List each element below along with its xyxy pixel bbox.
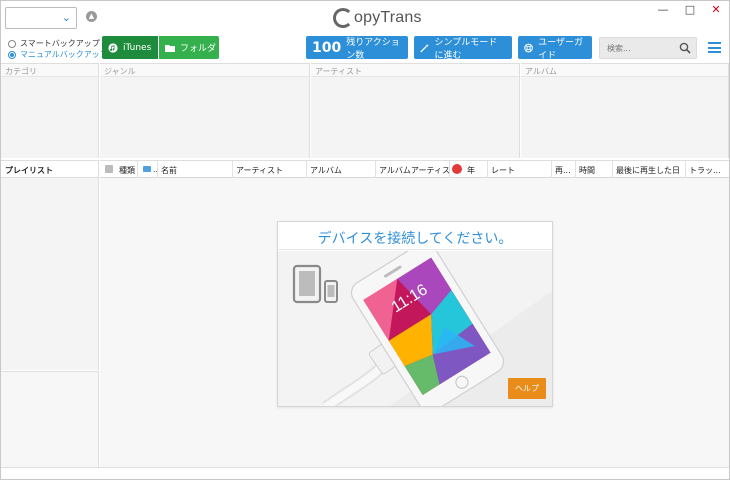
status-bar [1,467,729,479]
folder-source-label: フォルダ [180,44,217,54]
column-device[interactable]: ... [138,161,158,178]
radio-manual-backup-label: マニュアルバックアップ [20,50,108,59]
playlist-pane[interactable]: プレイリスト [1,160,99,370]
folder-source-button[interactable]: フォルダ [159,36,219,59]
close-icon[interactable]: ✕ [709,3,723,16]
playlist-header: プレイリスト [1,161,98,178]
column-play-count[interactable]: 再... [552,161,576,178]
genre-pane[interactable]: ジャンル [100,63,310,158]
copytrans-window: ⌄ ▲ opyTrans — □ ✕ スマートバックアップ マニュアルバックアッ… [0,0,730,480]
radio-manual-backup[interactable]: マニュアルバックアップ [8,49,108,60]
search-box[interactable] [599,37,697,59]
column-last-played[interactable]: 最後に再生した日 [613,161,686,178]
backup-mode-group: スマートバックアップ マニュアルバックアップ [8,38,108,60]
search-icon[interactable] [679,42,691,54]
column-album-artist[interactable]: アルバムアーティスト [376,161,450,178]
folder-icon [165,44,175,52]
itunes-source-button[interactable]: iTunes [102,36,158,59]
column-rating[interactable]: レート [488,161,552,178]
column-album[interactable]: アルバム [307,161,376,178]
playlist-detail-pane [1,371,99,467]
genre-pane-header: ジャンル [100,64,309,77]
category-pane[interactable]: カテゴリ [1,63,99,158]
artist-pane-header: アーティスト [311,64,519,77]
search-input[interactable] [600,38,676,58]
music-icon [452,164,462,174]
device-dropdown[interactable]: ⌄ [5,7,77,29]
radio-smart-backup-label: スマートバックアップ [20,39,100,48]
user-guide-button[interactable]: ユーザーガイド [518,36,592,61]
album-pane[interactable]: アルバム [521,63,729,158]
simple-mode-button[interactable]: シンプルモードに進む [414,36,512,61]
app-logo-text: opyTrans [354,9,422,26]
column-time[interactable]: 時間 [576,161,613,178]
minimize-icon[interactable]: — [656,3,670,16]
column-artist[interactable]: アーティスト [233,161,307,178]
chevron-down-icon: ⌄ [61,11,71,24]
connect-device-card: デバイスを接続してください。 11:16 ヘルプ [277,221,553,407]
user-guide-label: ユーザーガイド [538,37,583,61]
eject-icon[interactable]: ▲ [86,11,97,22]
maximize-icon[interactable]: □ [683,3,697,16]
remaining-actions-label: 残りアクション数 [346,37,400,61]
app-logo: opyTrans [333,6,422,30]
select-all-checkbox[interactable] [105,165,113,173]
magic-wand-icon [420,43,429,52]
lifebuoy-icon [524,43,533,52]
radio-manual-backup-indicator[interactable] [8,50,16,59]
remaining-actions-button[interactable]: 100 残りアクション数 [306,36,408,61]
itunes-source-label: iTunes [123,42,152,53]
radio-smart-backup[interactable]: スマートバックアップ [8,38,108,49]
album-pane-header: アルバム [521,64,728,77]
music-note-icon [108,42,118,53]
column-track-number[interactable]: トラッ... [686,161,729,178]
simple-mode-label: シンプルモードに進む [434,37,498,61]
help-button[interactable]: ヘルプ [508,378,546,399]
column-name[interactable]: 名前 [158,161,233,178]
remaining-actions-count: 100 [312,39,342,56]
column-year[interactable]: 年 [464,161,488,178]
tracks-table-header: 種類 ... 名前 アーティスト アルバム アルバムアーティスト 年 レート 再… [100,161,729,178]
category-pane-header: カテゴリ [1,64,98,77]
menu-icon[interactable] [708,42,721,53]
title-bar: ⌄ ▲ opyTrans — □ ✕ [1,1,729,33]
artist-pane[interactable]: アーティスト [311,63,520,158]
column-type[interactable]: 種類 [116,161,138,178]
connect-device-title: デバイスを接続してください。 [278,222,552,250]
copytrans-logo-icon [333,8,353,28]
radio-smart-backup-indicator[interactable] [8,39,16,48]
